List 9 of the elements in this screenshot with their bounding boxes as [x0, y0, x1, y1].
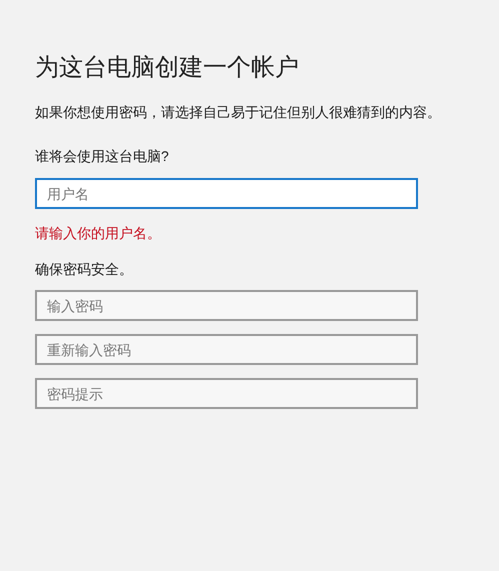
- user-label: 谁将会使用这台电脑?: [35, 147, 170, 166]
- password-field[interactable]: 输入密码: [35, 290, 418, 321]
- password-field[interactable]: 密码提示: [35, 378, 418, 409]
- page-title: 为这台电脑创建一个帐户: [35, 53, 300, 83]
- error-message: 请输入你的用户名。: [35, 224, 162, 243]
- password-label: 确保密码安全。: [35, 260, 134, 279]
- password-field[interactable]: 重新输入密码: [35, 334, 418, 365]
- username-field[interactable]: 用户名: [35, 178, 418, 209]
- description-text: 如果你想使用密码，请选择自己易于记住但别人很难猜到的内容。: [35, 103, 442, 122]
